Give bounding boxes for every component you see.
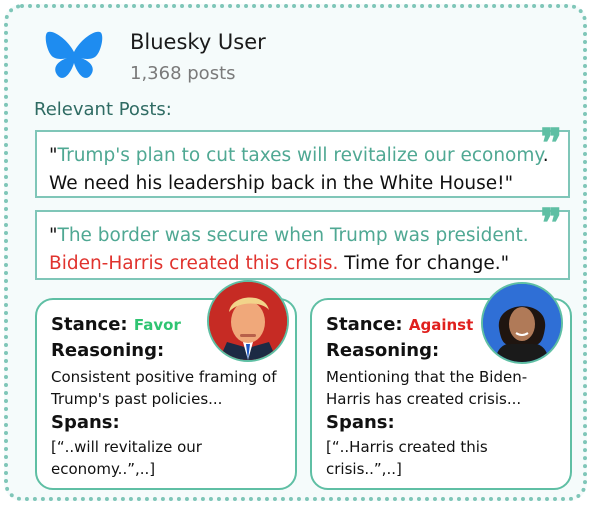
quote-icon: ❞ — [540, 200, 562, 247]
butterfly-icon — [45, 31, 103, 78]
spans-text: [“..will revitalize our economy..”,..] — [51, 438, 202, 478]
avatar — [207, 280, 289, 362]
reasoning-label: Reasoning: — [326, 340, 440, 361]
stance-line: Stance: Favor — [51, 314, 181, 335]
section-title: Relevant Posts: — [34, 99, 172, 120]
stance-line: Stance: Against — [326, 314, 474, 335]
post-count: 1,368 posts — [130, 63, 236, 84]
post-1: ❞ "Trump's plan to cut taxes will revita… — [35, 124, 570, 198]
spans-label: Spans: — [51, 412, 120, 433]
reasoning-text: Mentioning that the Biden-Harris has cre… — [326, 368, 528, 408]
reasoning-text: Consistent positive framing of Trump's p… — [51, 368, 277, 408]
stance-value: Favor — [133, 316, 181, 334]
quote-icon: ❞ — [540, 120, 562, 167]
reasoning-label: Reasoning: — [51, 340, 165, 361]
post-2: ❞ "The border was secure when Trump was … — [35, 204, 570, 280]
spans-text: [“..Harris created this crisis..”,..] — [326, 438, 488, 478]
user-name: Bluesky User — [130, 30, 266, 54]
spans-label: Spans: — [326, 412, 395, 433]
avatar — [481, 282, 563, 364]
stance-value: Against — [408, 316, 474, 334]
